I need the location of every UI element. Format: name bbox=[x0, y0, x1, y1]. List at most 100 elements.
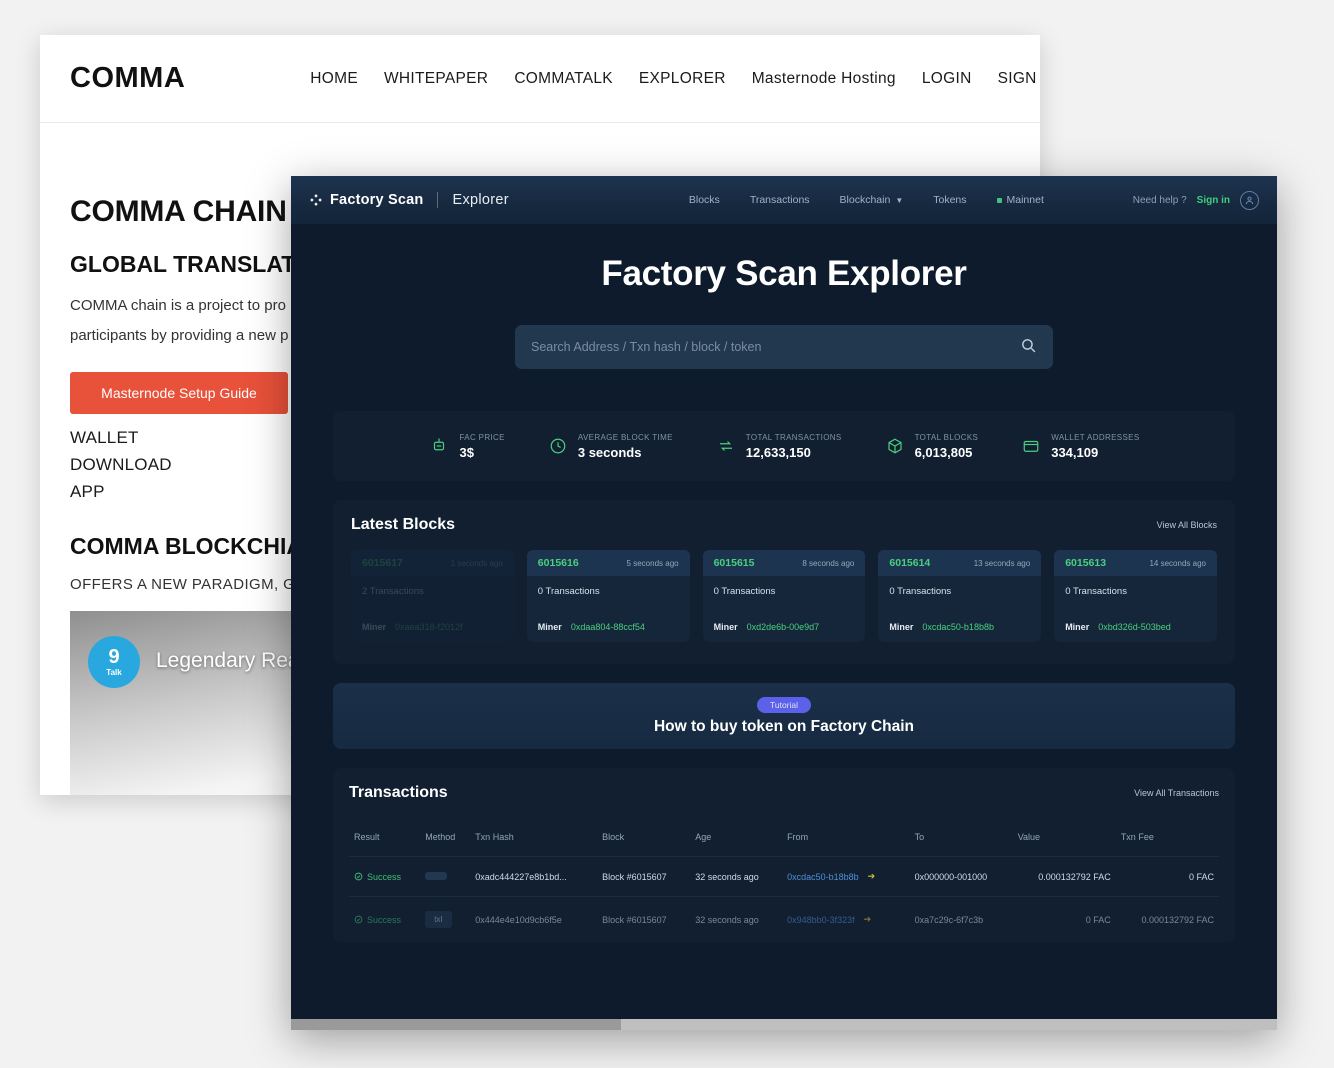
stat-wallet-addresses: WALLET ADDRESSES 334,109 bbox=[1020, 433, 1139, 460]
tutorial-banner[interactable]: Tutorial How to buy token on Factory Cha… bbox=[333, 683, 1235, 749]
stat-average-block-time: AVERAGE BLOCK TIME 3 seconds bbox=[547, 433, 673, 460]
table-row[interactable]: Success txI 0x444e4e10d9cb6f5e Block #60… bbox=[349, 896, 1219, 942]
block-age: 13 seconds ago bbox=[973, 558, 1031, 568]
cell-result: Success bbox=[349, 896, 421, 942]
block-card[interactable]: 6015613 14 seconds ago 0 Transactions Mi… bbox=[1054, 550, 1217, 642]
explorer-header: Factory Scan Explorer Blocks Transaction… bbox=[291, 176, 1277, 224]
cell-method bbox=[420, 856, 471, 897]
factory-scan-brand[interactable]: Factory Scan bbox=[309, 192, 423, 208]
cell-value: 0.000132792 FAC bbox=[1012, 856, 1116, 897]
from-address[interactable]: 0xcdac50-b18b8b bbox=[787, 872, 859, 882]
block-transactions-count: 0 Transactions bbox=[1065, 586, 1127, 597]
nav-transactions-label: Transactions bbox=[749, 194, 810, 206]
block-card[interactable]: 6015616 5 seconds ago 0 Transactions Min… bbox=[526, 550, 690, 642]
nav-mainnet-label: Mainnet bbox=[1006, 194, 1044, 206]
cell-result: Success bbox=[349, 856, 421, 897]
nav-tokens-label: Tokens bbox=[933, 194, 967, 206]
cell-to[interactable]: 0x000000-001000 bbox=[909, 856, 1013, 897]
view-all-transactions-link[interactable]: View All Transactions bbox=[1134, 788, 1219, 798]
search-input[interactable] bbox=[531, 340, 1020, 354]
cell-txn-hash[interactable]: 0xadc444227e8b1bd... bbox=[470, 856, 598, 897]
nav-transactions[interactable]: Transactions bbox=[750, 194, 810, 206]
cell-block[interactable]: Block #6015607 bbox=[597, 896, 691, 942]
block-transactions-count: 0 Transactions bbox=[889, 586, 952, 597]
block-card-header: 6015613 14 seconds ago bbox=[1054, 550, 1217, 576]
block-card[interactable]: 6015615 8 seconds ago 0 Transactions Min… bbox=[702, 550, 866, 642]
col-to: To bbox=[914, 832, 925, 842]
explorer-nav: Blocks Transactions Blockchain ▼ Tokens … bbox=[689, 194, 1044, 206]
result-label: Success bbox=[367, 914, 402, 925]
block-card[interactable]: 6015614 13 seconds ago 0 Transactions Mi… bbox=[878, 550, 1042, 642]
block-number[interactable]: 6015613 bbox=[1065, 557, 1106, 569]
block-number[interactable]: 6015614 bbox=[889, 557, 930, 569]
tutorial-headline: How to buy token on Factory Chain bbox=[653, 717, 915, 735]
nav-network-mainnet[interactable]: Mainnet bbox=[996, 194, 1044, 206]
comma-nav-links: HOME WHITEPAPER COMMATALK EXPLORER Maste… bbox=[310, 70, 1040, 88]
block-number[interactable]: 6015616 bbox=[538, 557, 579, 569]
cell-txn-fee: 0 FAC bbox=[1115, 856, 1219, 897]
block-miner-row: Miner 0xd2de6b-00e9d7 bbox=[703, 614, 866, 642]
miner-label: Miner bbox=[362, 622, 387, 632]
stat-fac-price: FAC PRICE 3$ bbox=[428, 432, 505, 460]
search-bar[interactable] bbox=[515, 325, 1053, 369]
search-button[interactable] bbox=[1020, 337, 1037, 357]
chevron-down-icon: ▼ bbox=[895, 195, 904, 205]
cell-value: 0 FAC bbox=[1012, 896, 1116, 942]
nav-blockchain[interactable]: Blockchain ▼ bbox=[840, 194, 904, 206]
miner-address[interactable]: 0xdaa804-88ccf54 bbox=[571, 622, 645, 632]
latest-blocks-header: Latest Blocks View All Blocks bbox=[351, 516, 1217, 534]
cell-block[interactable]: Block #6015607 bbox=[597, 856, 691, 897]
nav-home[interactable]: HOME bbox=[310, 70, 358, 88]
screen-root: COMMA HOME WHITEPAPER COMMATALK EXPLORER… bbox=[0, 0, 1334, 1068]
check-circle-icon bbox=[354, 872, 363, 881]
comma-logo[interactable]: COMMA bbox=[70, 62, 185, 95]
scrollbar-thumb[interactable] bbox=[291, 1019, 621, 1030]
cell-to[interactable]: 0xa7c29c-6f7c3b bbox=[909, 896, 1013, 942]
status-badge: Success bbox=[354, 915, 415, 925]
nav-whitepaper[interactable]: WHITEPAPER bbox=[384, 70, 488, 88]
block-number[interactable]: 6015617 bbox=[362, 557, 403, 569]
miner-address[interactable]: 0xcdac50-b18b8b bbox=[922, 622, 994, 632]
col-block: Block bbox=[602, 832, 625, 842]
masternode-setup-guide-button[interactable]: Masternode Setup Guide bbox=[70, 371, 288, 414]
nav-masternode-hosting[interactable]: Masternode Hosting bbox=[752, 70, 896, 88]
nav-explorer[interactable]: EXPLORER bbox=[639, 70, 726, 88]
nav-commatalk[interactable]: COMMATALK bbox=[514, 70, 613, 88]
sign-in-link[interactable]: Sign in bbox=[1197, 195, 1230, 206]
transactions-icon bbox=[715, 435, 737, 457]
block-card[interactable]: 6015617 1 seconds ago 2 Transactions Min… bbox=[351, 550, 514, 642]
block-transactions-count: 0 Transactions bbox=[713, 586, 776, 597]
horizontal-scrollbar[interactable] bbox=[291, 1019, 1277, 1030]
price-tag-icon bbox=[428, 435, 450, 457]
nav-signup[interactable]: SIGN UP bbox=[998, 70, 1040, 88]
nav-blocks[interactable]: Blocks bbox=[689, 194, 720, 206]
transactions-header: Transactions View All Transactions bbox=[349, 784, 1219, 802]
view-all-blocks-link[interactable]: View All Blocks bbox=[1157, 520, 1217, 530]
cell-txn-hash[interactable]: 0x444e4e10d9cb6f5e bbox=[470, 896, 598, 942]
stat-label: TOTAL TRANSACTIONS bbox=[745, 432, 842, 442]
nav-login[interactable]: LOGIN bbox=[922, 70, 972, 88]
miner-label: Miner bbox=[1065, 622, 1090, 632]
miner-address[interactable]: 0xd2de6b-00e9d7 bbox=[747, 622, 820, 632]
search-icon bbox=[1020, 337, 1037, 357]
need-help-link[interactable]: Need help ? bbox=[1133, 195, 1187, 206]
transactions-title: Transactions bbox=[349, 784, 448, 801]
block-age: 1 seconds ago bbox=[450, 558, 503, 568]
blocks-row: 6015617 1 seconds ago 2 Transactions Min… bbox=[351, 550, 1217, 642]
stat-value: 12,633,150 bbox=[745, 444, 811, 460]
clock-icon bbox=[547, 435, 569, 457]
header-right-group: Need help ? Sign in bbox=[1133, 190, 1259, 210]
table-row[interactable]: Success 0xadc444227e8b1bd... Block #6015… bbox=[349, 856, 1219, 897]
stat-label: FAC PRICE bbox=[459, 432, 505, 442]
cell-age: 32 seconds ago bbox=[690, 896, 783, 942]
from-address[interactable]: 0x948bb0-3f323f bbox=[787, 915, 855, 925]
stat-label: AVERAGE BLOCK TIME bbox=[577, 432, 673, 442]
check-circle-icon bbox=[354, 915, 363, 924]
block-number[interactable]: 6015615 bbox=[714, 557, 755, 569]
user-avatar-icon[interactable] bbox=[1240, 190, 1259, 210]
nav-tokens[interactable]: Tokens bbox=[933, 194, 966, 206]
header-section-label[interactable]: Explorer bbox=[452, 192, 508, 208]
wallet-icon bbox=[1020, 435, 1042, 457]
miner-address[interactable]: 0xbd326d-503bed bbox=[1098, 622, 1171, 632]
miner-address[interactable]: 0xaea318-f2012f bbox=[395, 622, 463, 632]
